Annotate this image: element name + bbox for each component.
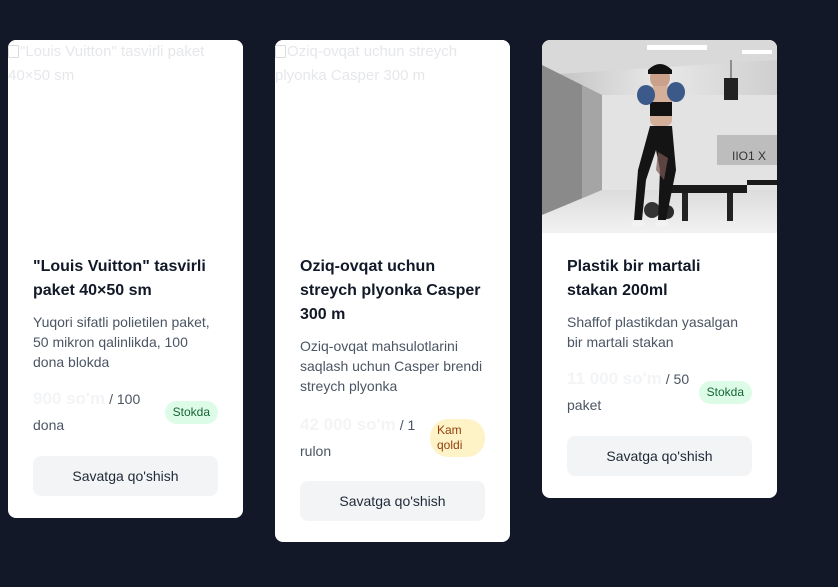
image-alt-text: Oziq-ovqat uchun streych plyonka Casper … bbox=[275, 43, 458, 84]
product-title[interactable]: Plastik bir martali stakan 200ml bbox=[567, 255, 752, 303]
price-row: 11 000 so'm/ 50 paket Stokda bbox=[567, 366, 752, 418]
product-price: 42 000 so'm bbox=[300, 415, 396, 434]
price-text: 900 so'm/ 100 dona bbox=[33, 386, 163, 438]
price-row: 42 000 so'm/ 1 rulon Kam qoldi bbox=[300, 412, 485, 464]
broken-image-alt: "Louis Vuitton" tasvirli paket 40×50 sm bbox=[8, 40, 243, 88]
broken-image-icon bbox=[8, 45, 19, 58]
product-card: Oziq-ovqat uchun streych plyonka Casper … bbox=[275, 40, 510, 542]
stock-badge: Stokda bbox=[698, 380, 752, 404]
add-to-cart-button[interactable]: Savatga qo'shish bbox=[33, 456, 218, 496]
image-alt-text: "Louis Vuitton" tasvirli paket 40×50 sm bbox=[8, 43, 205, 84]
product-image[interactable]: Oziq-ovqat uchun streych plyonka Casper … bbox=[275, 40, 510, 233]
product-price: 11 000 so'm bbox=[567, 369, 662, 388]
product-card: "Louis Vuitton" tasvirli paket 40×50 sm … bbox=[8, 40, 243, 518]
product-description: Oziq-ovqat mahsulotlarini saqlash uchun … bbox=[300, 338, 483, 394]
broken-image-icon bbox=[275, 45, 286, 58]
product-card: IIO1 X Plastik bir martali stakan 200ml … bbox=[542, 40, 777, 498]
product-title[interactable]: "Louis Vuitton" tasvirli paket 40×50 sm bbox=[33, 255, 218, 303]
price-text: 11 000 so'm/ 50 paket bbox=[567, 366, 697, 418]
add-to-cart-button[interactable]: Savatga qo'shish bbox=[567, 436, 752, 476]
price-text: 42 000 so'm/ 1 rulon bbox=[300, 412, 430, 464]
product-image[interactable]: IIO1 X bbox=[542, 40, 777, 233]
svg-text:IIO1 X: IIO1 X bbox=[732, 149, 766, 163]
price-row: 900 so'm/ 100 dona Stokda bbox=[33, 386, 218, 438]
product-description: Shaffof plastikdan yasalgan bir martali … bbox=[567, 314, 738, 350]
broken-image-alt: Oziq-ovqat uchun streych plyonka Casper … bbox=[275, 40, 510, 88]
gym-photo: IIO1 X bbox=[542, 40, 777, 233]
product-image[interactable]: "Louis Vuitton" tasvirli paket 40×50 sm bbox=[8, 40, 243, 233]
stock-badge: Stokda bbox=[164, 400, 218, 424]
product-title[interactable]: Oziq-ovqat uchun streych plyonka Casper … bbox=[300, 255, 485, 327]
product-price: 900 so'm bbox=[33, 389, 106, 408]
product-description: Yuqori sifatli polietilen paket, 50 mikr… bbox=[33, 314, 210, 370]
add-to-cart-button[interactable]: Savatga qo'shish bbox=[300, 481, 485, 521]
stock-badge: Kam qoldi bbox=[430, 419, 485, 457]
